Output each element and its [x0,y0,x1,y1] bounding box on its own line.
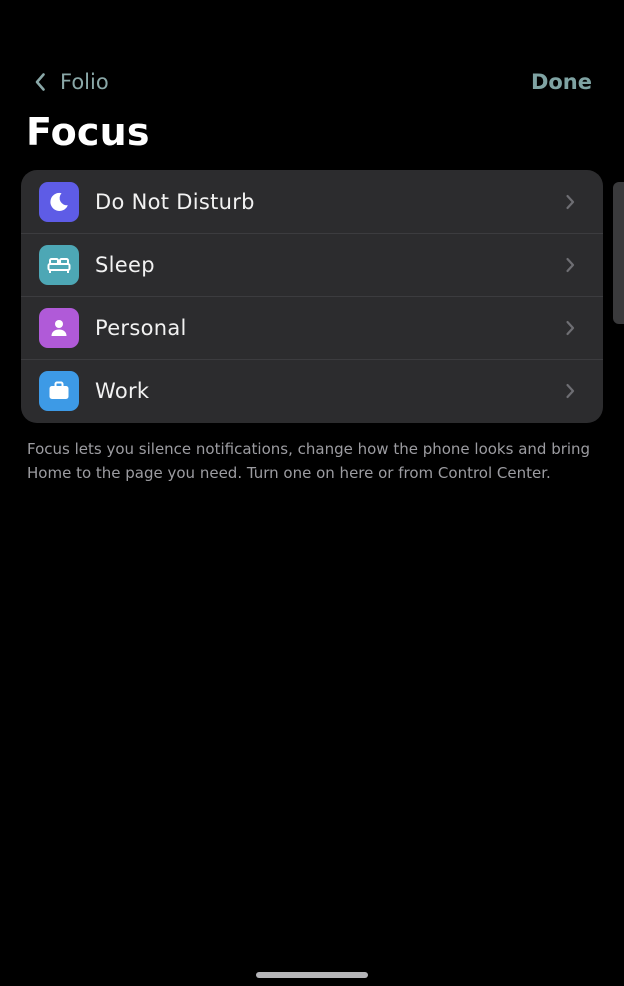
focus-mode-personal[interactable]: Personal [21,296,603,359]
focus-mode-do-not-disturb[interactable]: Do Not Disturb [21,170,603,233]
focus-mode-label: Sleep [95,252,155,277]
focus-mode-work[interactable]: Work [21,359,603,422]
chevron-right-icon [565,383,575,399]
focus-mode-sleep[interactable]: Sleep [21,233,603,296]
scroll-handle[interactable] [613,182,624,324]
back-label: Folio [60,70,109,94]
focus-mode-label: Work [95,378,150,403]
chevron-right-icon [565,194,575,210]
focus-description: Focus lets you silence notifications, ch… [27,440,591,482]
chevron-left-icon [34,72,46,92]
moon-icon [47,190,71,214]
focus-mode-list: Do Not Disturb Sleep Personal Work [21,170,603,423]
home-indicator[interactable] [256,972,368,978]
briefcase-icon-tile [39,370,79,411]
moon-icon-tile [39,181,79,222]
bed-icon [46,253,72,277]
done-button[interactable]: Done [531,62,592,102]
focus-mode-label: Do Not Disturb [95,189,255,214]
navigation-bar: Folio Done [0,62,624,102]
focus-mode-label: Personal [95,315,187,340]
person-icon-tile [39,307,79,348]
person-icon [48,317,70,339]
back-button[interactable]: Folio [34,62,109,102]
bed-icon-tile [39,244,79,285]
briefcase-icon [47,380,71,402]
chevron-right-icon [565,257,575,273]
page-title: Focus [26,110,150,154]
chevron-right-icon [565,320,575,336]
